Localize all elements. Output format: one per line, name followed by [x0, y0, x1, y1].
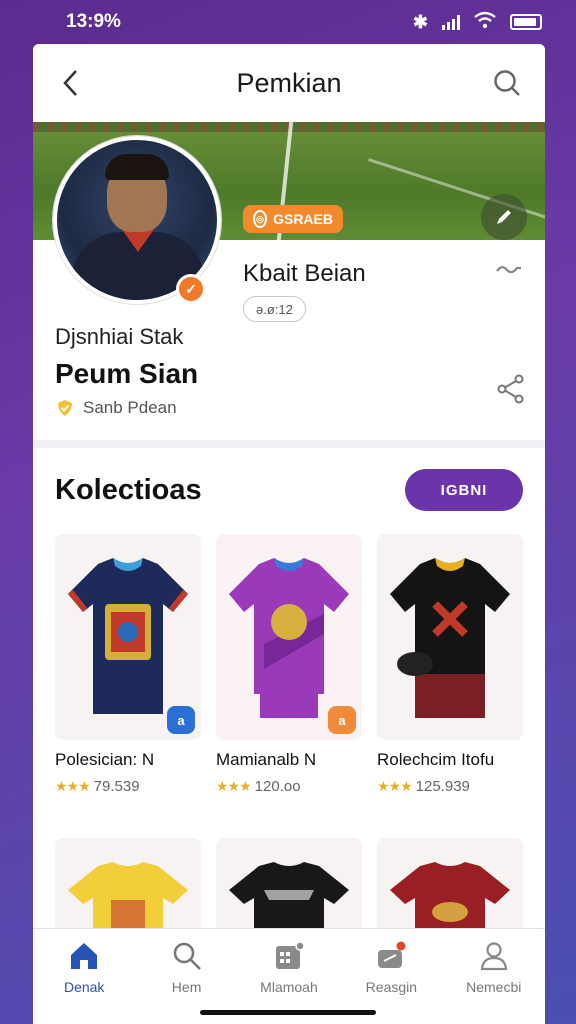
home-indicator[interactable] [200, 1010, 376, 1015]
jersey-purple-image [229, 558, 349, 718]
section-title: Kolectioas [55, 473, 202, 506]
team-badge[interactable]: ◎ GSRAEB [243, 205, 343, 233]
wave-icon[interactable] [495, 262, 523, 281]
product-image [216, 838, 362, 938]
product-title: Polesician: N [55, 750, 155, 769]
app-screen: Pemkian ◎ GSRAEB ✓ Kbait Beian ə.ø:12 Dj… [33, 44, 545, 1024]
profile-display-name: Kbait Beian [243, 260, 366, 287]
divider [33, 440, 545, 448]
badge-icon: a [328, 706, 356, 734]
nav-item-profile[interactable]: Nemecbi [446, 941, 542, 1024]
jersey-red-image [390, 862, 510, 938]
pencil-icon [497, 210, 511, 224]
star-icon: ★★★ [216, 778, 252, 794]
status-bar: 13:9% ✱ [0, 0, 576, 44]
badge-icon: ◎ [253, 210, 268, 228]
product-rating: ★★★ 120.oo [216, 778, 301, 795]
product-card[interactable] [216, 838, 362, 938]
product-image [55, 838, 201, 938]
product-card[interactable] [377, 838, 523, 938]
search-button[interactable] [489, 65, 525, 101]
bluetooth-icon: ✱ [412, 11, 428, 32]
profile-subtitle: Djsnhiai Stak [55, 324, 184, 349]
product-image: a [216, 534, 362, 740]
product-title: Mamianalb N [216, 750, 317, 769]
home-icon [71, 943, 98, 969]
product-card[interactable] [55, 838, 201, 938]
product-card[interactable]: a Polesician: N ★★★ 79.539 [55, 534, 201, 795]
product-image: a [55, 534, 201, 740]
calendar-icon [275, 941, 305, 969]
product-rating: ★★★ 79.539 [55, 778, 140, 795]
jersey-black-image [390, 558, 510, 718]
profile-header: ◎ GSRAEB ✓ Kbait Beian ə.ø:12 Djsnhiai S… [33, 122, 545, 442]
search-icon [494, 70, 520, 96]
share-icon [497, 374, 524, 404]
status-time: 13:9% [66, 11, 121, 32]
product-rating: ★★★ 125.939 [377, 778, 470, 795]
edit-cover-button[interactable] [481, 194, 527, 240]
top-nav: Pemkian [33, 44, 545, 122]
product-title: Rolechcim Itofu [377, 750, 495, 769]
share-button[interactable] [497, 374, 525, 409]
verified-check-icon: ✓ [176, 274, 206, 304]
product-image [377, 534, 523, 740]
nav-item-home[interactable]: Denak [36, 941, 132, 1024]
shield-icon [58, 400, 72, 416]
collections-action-button[interactable]: IGBNI [405, 469, 523, 511]
gift-icon [378, 941, 406, 968]
product-card[interactable]: Rolechcim Itofu ★★★ 125.939 [377, 534, 523, 795]
jersey-navy-image [68, 558, 188, 714]
search-icon [173, 942, 201, 970]
chevron-left-icon [63, 70, 77, 96]
wifi-icon [474, 11, 496, 34]
profile-id-pill: ə.ø:12 [243, 296, 306, 322]
jersey-black-white-image [229, 862, 349, 938]
status-icons: ✱ [413, 11, 542, 34]
battery-icon [510, 14, 542, 30]
profile-icon [480, 942, 507, 971]
back-button[interactable] [53, 65, 89, 101]
profile-name: Peum Sian [55, 358, 199, 389]
profile-location: Sanb Pdean [55, 398, 177, 418]
page-title: Pemkian [236, 67, 342, 98]
star-icon: ★★★ [55, 778, 91, 794]
product-card[interactable]: a Mamianalb N ★★★ 120.oo [216, 534, 362, 795]
badge-icon: a [167, 706, 195, 734]
star-icon: ★★★ [377, 778, 413, 794]
signal-icon [442, 14, 460, 30]
product-image [377, 838, 523, 938]
collections-header: Kolectioas IGBNI [33, 468, 545, 512]
jersey-yellow-image [68, 862, 188, 938]
